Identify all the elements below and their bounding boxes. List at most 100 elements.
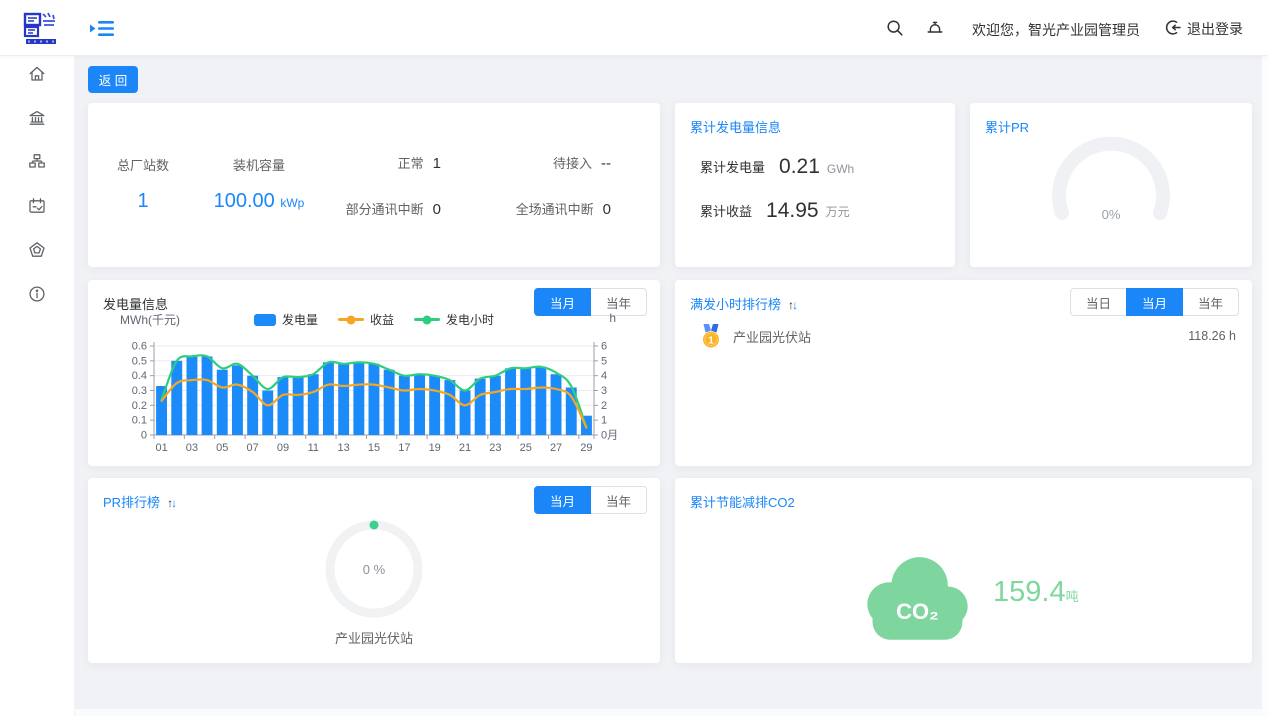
status-pending: 待接入--: [553, 153, 611, 172]
co2-value: 159.4吨: [993, 576, 1079, 609]
pr-donut-value: 0 %: [363, 562, 386, 577]
svg-text:0.2: 0.2: [132, 400, 147, 412]
pr-gauge-value: 0%: [1102, 207, 1121, 222]
svg-text:0.3: 0.3: [132, 385, 147, 397]
rank-list-item: 1 产业园光伏站 118.26 h: [700, 324, 1236, 348]
svg-text:17: 17: [398, 442, 410, 454]
tab-当月[interactable]: 当月: [1126, 288, 1183, 316]
tab-当月[interactable]: 当月: [534, 288, 591, 316]
svg-text:21: 21: [459, 442, 471, 454]
capacity-label: 装机容量: [206, 155, 312, 174]
sidebar-item-topology-icon[interactable]: [17, 153, 57, 171]
co2-cloud-icon: CO₂: [860, 550, 975, 648]
status-partial-interrupt: 部分通讯中断0: [346, 199, 441, 218]
logout-button[interactable]: 退出登录: [1164, 19, 1243, 39]
sidebar-item-info-icon[interactable]: [17, 285, 57, 303]
svg-text:0.6: 0.6: [132, 341, 147, 353]
svg-text:1: 1: [601, 415, 607, 427]
scrollbar-track[interactable]: [1262, 56, 1268, 716]
legend-hours: 发电小时: [414, 311, 494, 328]
sidebar-item-plant-icon[interactable]: [17, 109, 57, 127]
status-normal: 正常1: [398, 153, 441, 172]
cumulative-generation-card: 累计发电量信息 累计发电量 0.21 GWh 累计收益 14.95 万元: [675, 103, 955, 267]
pr-station-name: 产业园光伏站: [88, 628, 660, 647]
left-axis-label: MWh(千元): [120, 311, 180, 328]
svg-text:25: 25: [520, 442, 532, 454]
svg-text:03: 03: [186, 442, 198, 454]
sort-icon[interactable]: ↑↓: [167, 496, 175, 510]
cumulative-pr-card: 累计PR 0%: [970, 103, 1252, 267]
svg-text:05: 05: [216, 442, 228, 454]
pr-rank-card: PR排行榜↑↓ 当月当年 0 % 产业园光伏站: [88, 478, 660, 663]
station-count-label: 总厂站数: [100, 155, 186, 174]
svg-text:6: 6: [601, 341, 607, 353]
rank-station-value: 118.26 h: [1188, 329, 1236, 343]
svg-text:27: 27: [550, 442, 562, 454]
svg-text:13: 13: [338, 442, 350, 454]
co2-cloud-label: CO₂: [896, 599, 939, 624]
sidebar-item-home-icon[interactable]: [17, 65, 57, 83]
svg-text:07: 07: [246, 442, 258, 454]
alarm-icon[interactable]: [926, 19, 944, 37]
sidebar-item-schedule-icon[interactable]: [17, 197, 57, 215]
svg-text:01: 01: [155, 442, 167, 454]
tab-当年[interactable]: 当年: [590, 486, 647, 514]
generation-chart: 0.660.550.440.330.220.1100月0103050709111…: [105, 334, 645, 456]
content-bottom-strip: [75, 709, 1268, 716]
legend-generation: 发电量: [254, 311, 318, 328]
svg-text:0.5: 0.5: [132, 355, 147, 367]
svg-text:4: 4: [601, 370, 607, 382]
pr-gauge: 0%: [1036, 133, 1186, 233]
capacity-value: 100.00 kWp: [206, 190, 312, 213]
tab-当月[interactable]: 当月: [534, 486, 591, 514]
medal-rank1-icon: 1: [700, 324, 722, 349]
svg-text:0.4: 0.4: [132, 370, 147, 382]
svg-text:5: 5: [601, 355, 607, 367]
svg-text:11: 11: [308, 442, 319, 454]
generation-chart-card: 发电量信息 当月当年 发电量 收益 发电小时 MWh(千元) h 0.660.5…: [88, 280, 660, 466]
sidebar-nav: [0, 56, 75, 716]
back-button[interactable]: 返 回: [88, 66, 138, 93]
tab-当日[interactable]: 当日: [1070, 288, 1127, 316]
svg-text:15: 15: [368, 442, 380, 454]
svg-text:0月: 0月: [601, 430, 618, 442]
svg-text:0.1: 0.1: [132, 415, 147, 427]
card-title: PR排行榜↑↓: [103, 492, 175, 511]
overview-card: 总厂站数 1 装机容量 100.00 kWp 正常1 待接入-- 部分通讯中断0…: [88, 103, 660, 267]
card-title: 满发小时排行榜↑↓: [690, 294, 796, 313]
station-count-value: 1: [100, 190, 186, 213]
svg-text:09: 09: [277, 442, 289, 454]
full-hours-rank-card: 满发小时排行榜↑↓ 当日当月当年 1 产业园光伏站 118.26 h: [675, 280, 1252, 466]
welcome-text: 欢迎您，智光产业园管理员: [972, 20, 1140, 40]
svg-text:0: 0: [141, 430, 147, 442]
legend-income: 收益: [338, 311, 394, 328]
pr-donut-marker: [370, 521, 379, 530]
sort-icon[interactable]: ↑↓: [788, 298, 796, 312]
svg-text:19: 19: [429, 442, 441, 454]
svg-text:23: 23: [489, 442, 501, 454]
logout-icon: [1164, 19, 1181, 39]
main-content: 返 回 总厂站数 1 装机容量 100.00 kWp 正常1 待接入-- 部分通: [75, 56, 1268, 716]
cumulative-income-row: 累计收益 14.95 万元: [700, 199, 850, 223]
sidebar-collapse-icon[interactable]: [90, 20, 114, 37]
rank-station-name: 产业园光伏站: [733, 327, 811, 346]
co2-card: 累计节能减排CO2 CO₂ 159.4吨: [675, 478, 1252, 663]
capacity-unit: kWp: [280, 196, 304, 210]
card-title: 累计发电量信息: [690, 117, 781, 136]
status-full-interrupt: 全场通讯中断0: [516, 199, 611, 218]
tab-当年[interactable]: 当年: [1182, 288, 1239, 316]
card-title: 累计PR: [985, 117, 1029, 136]
search-icon[interactable]: [886, 19, 904, 37]
brand-logo-icon: [22, 9, 60, 47]
card-title: 累计节能减排CO2: [690, 492, 795, 511]
pr-donut: 0 %: [319, 514, 429, 624]
top-header: 欢迎您，智光产业园管理员 退出登录: [0, 0, 1268, 56]
period-tabs: 当日当月当年: [1070, 288, 1239, 316]
dashboard-screen: 欢迎您，智光产业园管理员 退出登录: [0, 0, 1268, 716]
svg-text:1: 1: [708, 335, 714, 346]
sidebar-item-badge-icon[interactable]: [17, 241, 57, 259]
right-axis-label: h: [609, 311, 616, 325]
svg-text:2: 2: [601, 400, 607, 412]
svg-text:29: 29: [580, 442, 592, 454]
cumulative-generation-row: 累计发电量 0.21 GWh: [700, 155, 854, 179]
